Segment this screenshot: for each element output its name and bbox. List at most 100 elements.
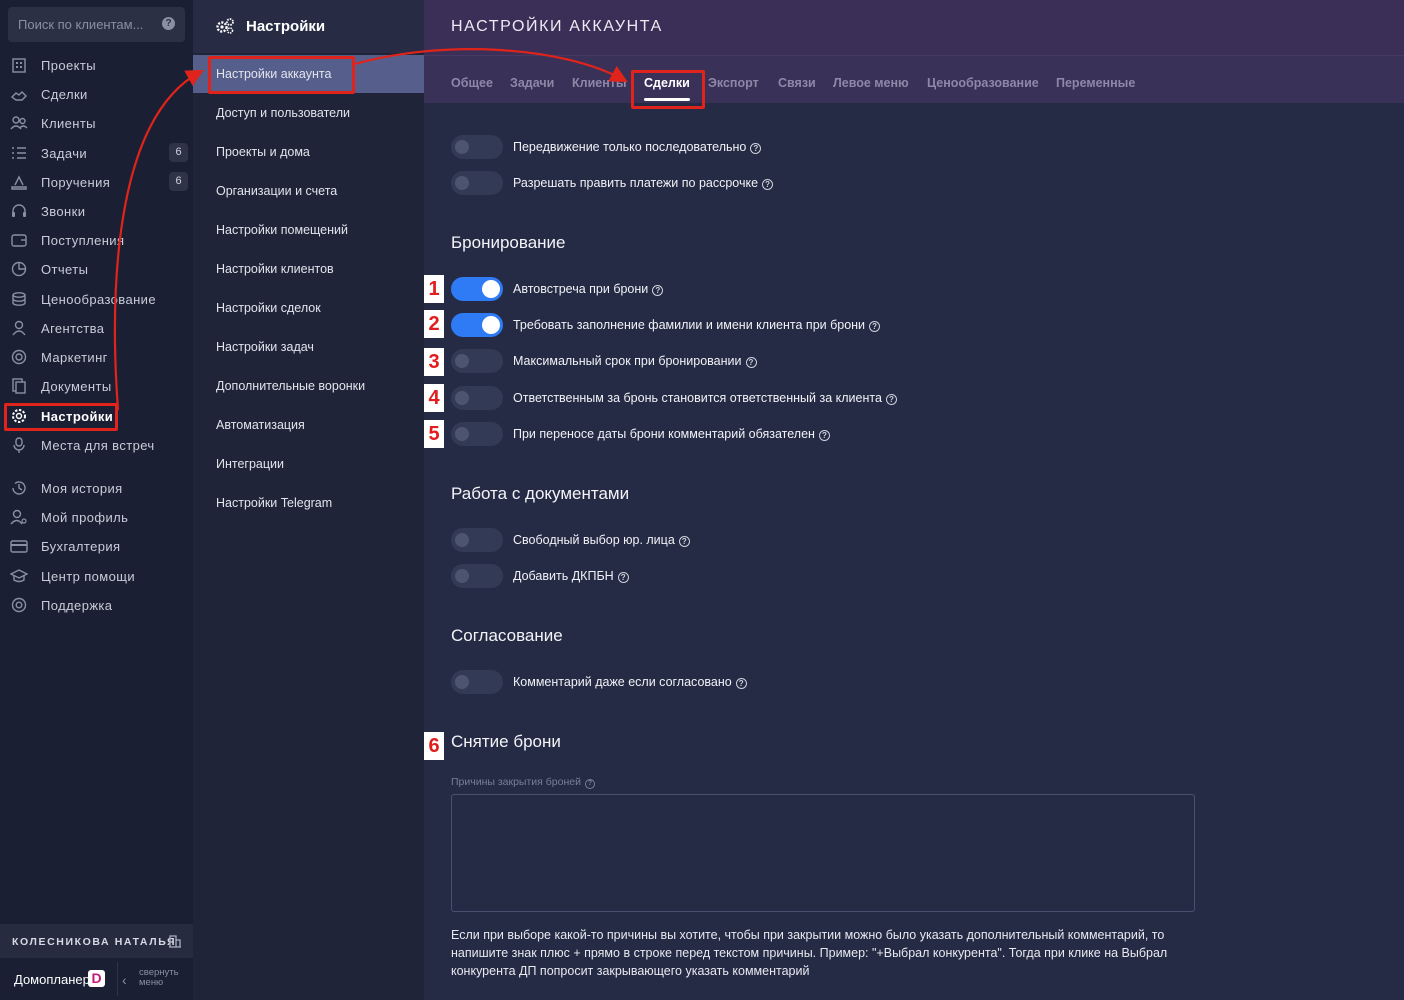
submenu-item-automation[interactable]: Автоматизация xyxy=(193,406,424,444)
submenu-item-label: Доступ и пользователи xyxy=(216,106,350,120)
submenu-item-label: Настройки аккаунта xyxy=(216,67,332,81)
submenu-item-premises-settings[interactable]: Настройки помещений xyxy=(193,211,424,249)
reasons-textarea[interactable] xyxy=(451,794,1195,912)
collapse-menu-button[interactable]: свернуть меню xyxy=(139,968,189,988)
nav-item-label: Клиенты xyxy=(41,116,96,131)
nav-item-meeting-places[interactable]: Места для встреч xyxy=(0,431,193,459)
nav-item-pricing[interactable]: Ценообразование xyxy=(0,285,193,313)
nav-item-clients[interactable]: Клиенты xyxy=(0,109,193,137)
nav-item-label: Места для встреч xyxy=(41,438,155,453)
nav-item-settings[interactable]: Настройки xyxy=(0,402,193,430)
assignment-icon xyxy=(11,175,27,190)
nav-item-calls[interactable]: Звонки xyxy=(0,197,193,225)
tab-pricing[interactable]: Ценообразование xyxy=(927,76,1039,90)
toggle-add-dkpbn[interactable] xyxy=(451,564,503,588)
main-content: НАСТРОЙКИ АККАУНТА Общее Задачи Клиенты … xyxy=(424,0,1404,1000)
toggle-knob xyxy=(455,427,469,441)
tab-variables[interactable]: Переменные xyxy=(1056,76,1135,90)
help-icon[interactable]: ? xyxy=(162,17,175,30)
option-sequential-move: Передвижение только последовательно? xyxy=(513,140,762,154)
nav-item-tasks[interactable]: Задачи 6 xyxy=(0,139,193,167)
submenu-item-label: Автоматизация xyxy=(216,418,305,432)
gears-icon xyxy=(216,18,234,34)
tab-tasks[interactable]: Задачи xyxy=(510,76,554,90)
tab-deals[interactable]: Сделки xyxy=(644,76,690,101)
submenu-item-access-users[interactable]: Доступ и пользователи xyxy=(193,94,424,132)
nav-item-marketing[interactable]: Маркетинг xyxy=(0,343,193,371)
submenu-item-label: Настройки сделок xyxy=(216,301,321,315)
toggle-responsible-from-client[interactable] xyxy=(451,386,503,410)
submenu-item-projects-houses[interactable]: Проекты и дома xyxy=(193,133,424,171)
nav-item-support[interactable]: Поддержка xyxy=(0,591,193,619)
toggle-comment-if-approved[interactable] xyxy=(451,670,503,694)
option-label: Требовать заполнение фамилии и имени кли… xyxy=(513,318,866,332)
nav-item-label: Проекты xyxy=(41,58,96,73)
annotation-marker: 1 xyxy=(424,275,444,303)
help-icon[interactable]: ? xyxy=(735,678,747,689)
nav-item-label: Ценообразование xyxy=(41,292,156,307)
toggle-require-client-name[interactable] xyxy=(451,313,503,337)
tab-links[interactable]: Связи xyxy=(778,76,816,90)
toggle-auto-meeting[interactable] xyxy=(451,277,503,301)
nav-item-profile[interactable]: Мой профиль xyxy=(0,503,193,531)
tab-export[interactable]: Экспорт xyxy=(708,76,759,90)
wallet-icon xyxy=(11,234,27,247)
submenu-item-organizations[interactable]: Организации и счета xyxy=(193,172,424,210)
toggle-free-legal-entity[interactable] xyxy=(451,528,503,552)
settings-submenu: Настройки Настройки аккаунта Доступ и по… xyxy=(193,0,424,1000)
help-icon[interactable]: ? xyxy=(818,430,830,441)
help-icon[interactable]: ? xyxy=(678,536,690,547)
submenu-item-label: Настройки помещений xyxy=(216,223,348,237)
submenu-item-client-settings[interactable]: Настройки клиентов xyxy=(193,250,424,288)
toggle-max-booking-term[interactable] xyxy=(451,349,503,373)
option-responsible-from-client: Ответственным за бронь становится ответс… xyxy=(513,391,897,405)
submenu-item-integrations[interactable]: Интеграции xyxy=(193,445,424,483)
submenu-item-telegram[interactable]: Настройки Telegram xyxy=(193,484,424,522)
submenu-item-label: Настройки клиентов xyxy=(216,262,334,276)
submenu-item-label: Организации и счета xyxy=(216,184,338,198)
submenu-item-account-settings[interactable]: Настройки аккаунта xyxy=(193,55,424,93)
tab-left-menu[interactable]: Левое меню xyxy=(833,76,909,90)
section-title-unbooking: Снятие брони xyxy=(451,732,561,751)
company-icon[interactable] xyxy=(168,934,182,948)
submenu-item-task-settings[interactable]: Настройки задач xyxy=(193,328,424,366)
tab-clients[interactable]: Клиенты xyxy=(572,76,627,90)
nav-item-help-center[interactable]: Центр помощи xyxy=(0,562,193,590)
help-icon[interactable]: ? xyxy=(584,779,595,789)
nav-item-receipts[interactable]: Поступления xyxy=(0,226,193,254)
help-icon[interactable]: ? xyxy=(652,285,664,296)
reasons-field-label: Причины закрытия броней? xyxy=(451,776,595,789)
submenu-item-extra-funnels[interactable]: Дополнительные воронки xyxy=(193,367,424,405)
help-icon[interactable]: ? xyxy=(762,179,774,190)
nav-item-documents[interactable]: Документы xyxy=(0,372,193,400)
option-max-booking-term: Максимальный срок при бронировании? xyxy=(513,354,757,368)
meeting-point-icon xyxy=(13,437,25,453)
nav-item-assignments[interactable]: Поручения 6 xyxy=(0,168,193,196)
tab-general[interactable]: Общее xyxy=(451,76,493,90)
help-icon[interactable]: ? xyxy=(617,572,629,583)
client-search-input[interactable] xyxy=(8,7,158,42)
toggle-comment-on-reschedule[interactable] xyxy=(451,422,503,446)
nav-item-projects[interactable]: Проекты xyxy=(0,51,193,79)
toggle-edit-installments[interactable] xyxy=(451,171,503,195)
nav-item-history[interactable]: Моя история xyxy=(0,474,193,502)
client-search[interactable]: ? xyxy=(8,7,185,42)
toggle-sequential-move[interactable] xyxy=(451,135,503,159)
help-icon[interactable]: ? xyxy=(745,357,757,368)
user-bar[interactable]: КОЛЕСНИКОВА НАТАЛЬЯ xyxy=(0,924,193,958)
toggle-knob xyxy=(455,140,469,154)
nav-item-label: Звонки xyxy=(41,204,86,219)
help-icon[interactable]: ? xyxy=(750,143,762,154)
chevron-left-icon[interactable]: ‹ xyxy=(122,972,127,988)
toggle-knob xyxy=(482,280,500,298)
submenu-item-deal-settings[interactable]: Настройки сделок xyxy=(193,289,424,327)
submenu-item-label: Настройки Telegram xyxy=(216,496,333,510)
help-icon[interactable]: ? xyxy=(869,321,881,332)
nav-item-deals[interactable]: Сделки xyxy=(0,80,193,108)
nav-item-reports[interactable]: Отчеты xyxy=(0,255,193,283)
nav-item-agencies[interactable]: Агентства xyxy=(0,314,193,342)
building-icon xyxy=(12,58,26,73)
nav-item-accounting[interactable]: Бухгалтерия xyxy=(0,532,193,560)
nav-item-label: Задачи xyxy=(41,146,88,161)
help-icon[interactable]: ? xyxy=(885,394,897,405)
